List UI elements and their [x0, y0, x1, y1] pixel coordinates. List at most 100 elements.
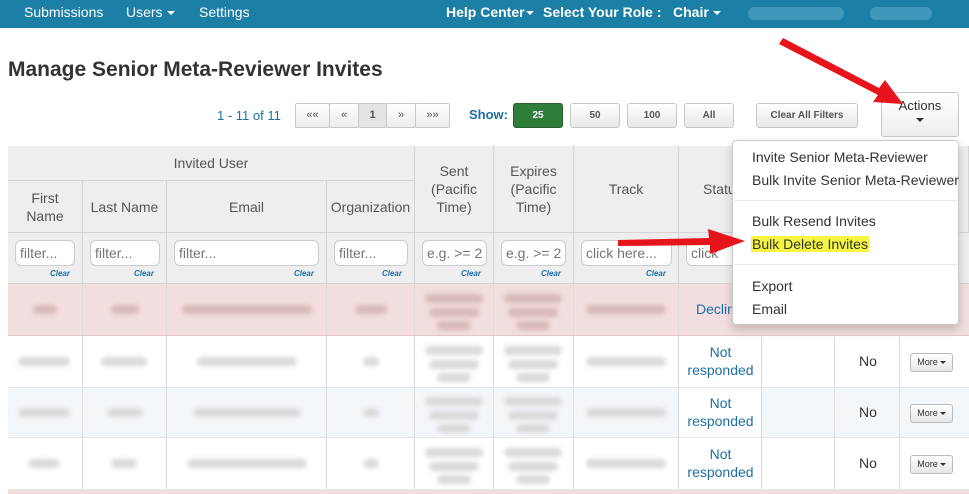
redacted-text	[182, 305, 312, 314]
menu-item-bulk-resend[interactable]: Bulk Resend Invites	[752, 213, 876, 229]
col-expires[interactable]: Expires (Pacific Time)	[494, 146, 574, 233]
status-link[interactable]: Not responded	[679, 445, 762, 481]
redacted-text	[363, 459, 379, 468]
col-last-name[interactable]: Last Name	[83, 181, 167, 233]
col-sent[interactable]: Sent (Pacific Time)	[415, 146, 494, 233]
table-row[interactable]: Not responded No More	[8, 336, 969, 388]
menu-item-email[interactable]: Email	[752, 301, 787, 317]
filter-expires-input[interactable]	[501, 240, 566, 266]
chevron-down-icon	[525, 11, 534, 16]
show-label: Show:	[469, 107, 508, 122]
status-link[interactable]: Not responded	[679, 343, 762, 379]
nav-help-center-label: Help Center	[446, 4, 525, 20]
nav-submissions[interactable]: Submissions	[24, 4, 103, 20]
nav-settings[interactable]: Settings	[199, 4, 250, 20]
row-cell-empty	[762, 336, 835, 387]
page-title: Manage Senior Meta-Reviewer Invites	[8, 58, 383, 81]
redacted-text	[508, 360, 558, 369]
row-cell-organization	[327, 388, 415, 437]
filter-clear-link[interactable]: Clear	[382, 269, 402, 278]
menu-item-invite[interactable]: Invite Senior Meta-Reviewer	[752, 149, 928, 165]
row-cell-email	[167, 388, 327, 437]
table-row[interactable]: Not responded No More	[8, 438, 969, 490]
status-link[interactable]: Declin	[696, 300, 735, 318]
row-more-label: More	[917, 357, 938, 367]
redacted-user-name[interactable]	[748, 7, 844, 20]
row-cell-responded: No	[835, 388, 900, 437]
row-cell-status: Not responded	[679, 336, 762, 387]
redacted-text	[107, 408, 143, 417]
redacted-text	[425, 346, 483, 355]
filter-clear-link[interactable]: Clear	[134, 269, 154, 278]
row-cell-responded: No	[835, 438, 900, 489]
role-dropdown[interactable]: Chair	[673, 4, 721, 20]
col-email[interactable]: Email	[167, 181, 327, 233]
filter-clear-link[interactable]: Clear	[50, 269, 70, 278]
redacted-text	[425, 294, 483, 303]
pager-next-button[interactable]: »	[386, 103, 416, 128]
row-cell-empty	[762, 438, 835, 489]
status-link[interactable]: Not responded	[679, 394, 762, 430]
redacted-text	[429, 308, 479, 317]
nav-users-label: Users	[126, 4, 163, 20]
redacted-text	[516, 373, 550, 382]
menu-divider	[734, 264, 957, 265]
pager-first-button[interactable]: ««	[295, 103, 330, 128]
filter-track-input[interactable]	[581, 240, 672, 266]
col-track[interactable]: Track	[574, 146, 679, 233]
redacted-text	[586, 459, 666, 468]
show-all-button[interactable]: All	[684, 103, 734, 128]
redacted-text	[197, 357, 297, 366]
filter-cell-last-name: Clear	[83, 233, 167, 284]
filter-cell-organization: Clear	[327, 233, 415, 284]
col-organization[interactable]: Organization	[327, 181, 415, 233]
redacted-account-menu[interactable]	[870, 7, 932, 20]
nav-help-center[interactable]: Help Center	[446, 4, 534, 20]
chevron-down-icon	[916, 118, 924, 122]
pager-last-button[interactable]: »»	[415, 103, 450, 128]
redacted-text	[18, 357, 70, 366]
filter-clear-link[interactable]: Clear	[461, 269, 481, 278]
redacted-text	[101, 357, 147, 366]
row-more-label: More	[917, 459, 938, 469]
show-100-button[interactable]: 100	[627, 103, 677, 128]
menu-item-export[interactable]: Export	[752, 278, 792, 294]
filter-first-name-input[interactable]	[15, 240, 75, 266]
filter-clear-link[interactable]: Clear	[541, 269, 561, 278]
filter-organization-input[interactable]	[334, 240, 408, 266]
table-row[interactable]: Not responded No More	[8, 388, 969, 438]
show-50-button[interactable]: 50	[570, 103, 620, 128]
row-cell-first-name	[8, 438, 83, 489]
filter-email-input[interactable]	[174, 240, 319, 266]
row-more-button[interactable]: More	[910, 404, 953, 423]
row-cell-organization	[327, 438, 415, 489]
row-cell-track	[574, 336, 679, 387]
chevron-down-icon	[939, 412, 946, 416]
redacted-text	[111, 459, 137, 468]
nav-users[interactable]: Users	[126, 4, 175, 20]
pager-prev-button[interactable]: «	[329, 103, 359, 128]
row-cell-expires	[494, 388, 574, 437]
redacted-text	[504, 346, 562, 355]
filter-clear-link[interactable]: Clear	[294, 269, 314, 278]
redacted-text	[33, 305, 57, 314]
col-first-name[interactable]: First Name	[8, 181, 83, 233]
table-row[interactable]	[8, 490, 969, 494]
pager-page-1[interactable]: 1	[358, 103, 387, 128]
clear-all-filters-button[interactable]: Clear All Filters	[756, 103, 858, 128]
show-25-button[interactable]: 25	[513, 103, 563, 128]
redacted-text	[586, 305, 666, 314]
filter-sent-input[interactable]	[422, 240, 487, 266]
chevron-down-icon	[939, 463, 946, 467]
redacted-text	[508, 462, 558, 471]
redacted-text	[187, 459, 307, 468]
filter-clear-link[interactable]: Clear	[646, 269, 666, 278]
redacted-text	[363, 408, 379, 417]
menu-item-bulk-invite[interactable]: Bulk Invite Senior Meta-Reviewer	[752, 172, 959, 188]
row-more-button[interactable]: More	[910, 455, 953, 474]
row-more-button[interactable]: More	[910, 353, 953, 372]
filter-last-name-input[interactable]	[90, 240, 160, 266]
actions-button[interactable]: Actions	[881, 92, 959, 137]
menu-item-bulk-delete[interactable]: Bulk Delete Invites	[751, 236, 869, 252]
redacted-text	[586, 357, 666, 366]
